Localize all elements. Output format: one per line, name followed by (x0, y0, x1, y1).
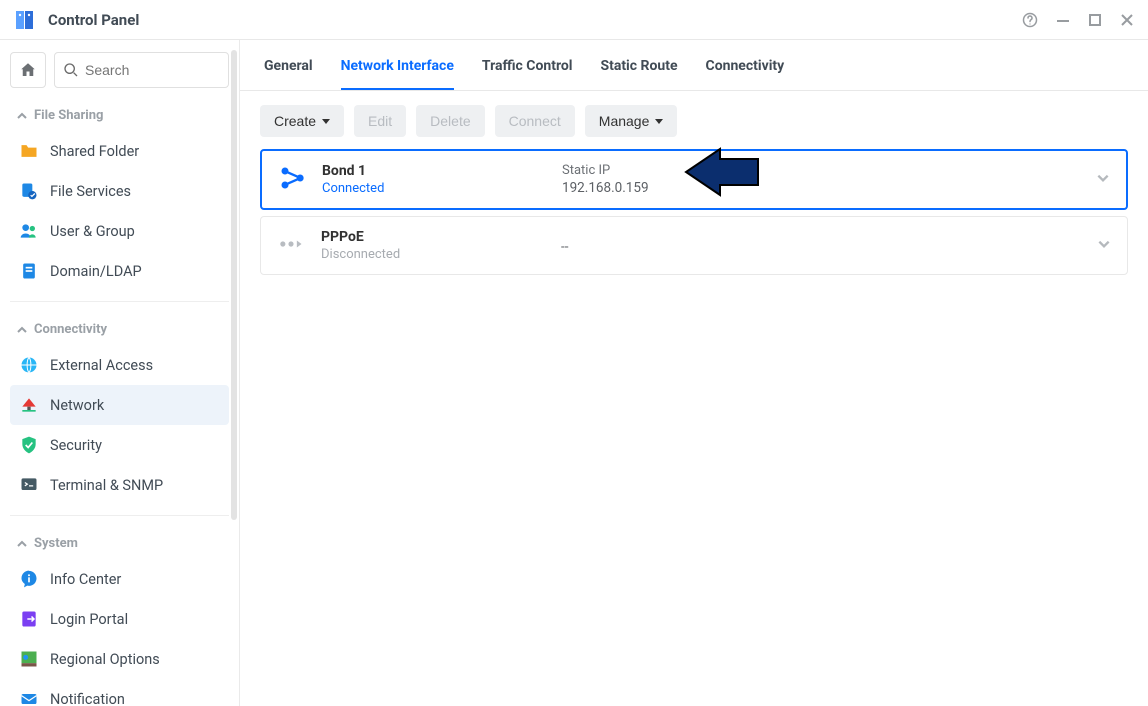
tab-traffic-control[interactable]: Traffic Control (482, 58, 573, 90)
ldap-icon (18, 260, 40, 282)
minimize-icon[interactable] (1056, 13, 1070, 27)
globe-icon (18, 354, 40, 376)
interface-row-bond1[interactable]: Bond 1 Connected Static IP 192.168.0.159 (260, 149, 1128, 210)
interface-ip: -- (561, 239, 1081, 255)
section-connectivity[interactable]: Connectivity (10, 312, 229, 345)
search-input-wrap[interactable] (54, 52, 229, 88)
section-file-sharing[interactable]: File Sharing (10, 98, 229, 131)
chevron-up-icon (16, 324, 28, 336)
section-system[interactable]: System (10, 526, 229, 559)
create-button[interactable]: Create (260, 105, 344, 137)
window-controls (1022, 12, 1134, 28)
chevron-up-icon (16, 110, 28, 122)
login-icon (18, 608, 40, 630)
sidebar: File Sharing Shared Folder File Services… (0, 40, 240, 706)
close-icon[interactable] (1120, 13, 1134, 27)
chevron-down-icon[interactable] (1097, 237, 1111, 255)
regional-icon (18, 648, 40, 670)
sidebar-item-domain-ldap[interactable]: Domain/LDAP (10, 251, 229, 291)
sidebar-item-label: User & Group (50, 223, 135, 240)
interface-status: Connected (322, 181, 562, 196)
sidebar-item-login-portal[interactable]: Login Portal (10, 599, 229, 639)
caret-down-icon (322, 119, 330, 124)
sidebar-item-notification[interactable]: Notification (10, 679, 229, 706)
sidebar-item-label: Shared Folder (50, 143, 139, 160)
window-title: Control Panel (48, 11, 139, 29)
tab-network-interface[interactable]: Network Interface (341, 58, 454, 90)
section-label: System (34, 536, 78, 551)
sidebar-item-terminal-snmp[interactable]: Terminal & SNMP (10, 465, 229, 505)
terminal-icon (18, 474, 40, 496)
pppoe-icon (277, 230, 321, 262)
sidebar-item-label: Login Portal (50, 611, 128, 628)
bond-icon (278, 164, 322, 196)
titlebar: Control Panel (0, 0, 1148, 40)
search-input[interactable] (85, 62, 220, 78)
info-icon (18, 568, 40, 590)
folder-icon (18, 140, 40, 162)
sidebar-item-label: Info Center (50, 571, 121, 588)
sidebar-item-file-services[interactable]: File Services (10, 171, 229, 211)
tabs: General Network Interface Traffic Contro… (240, 40, 1148, 91)
users-icon (18, 220, 40, 242)
interface-status: Disconnected (321, 247, 561, 262)
tab-general[interactable]: General (264, 58, 313, 90)
network-icon (18, 394, 40, 416)
sidebar-item-label: External Access (50, 357, 153, 374)
sidebar-item-label: Terminal & SNMP (50, 477, 163, 494)
interface-list: Bond 1 Connected Static IP 192.168.0.159… (240, 149, 1148, 281)
section-label: Connectivity (34, 322, 107, 337)
help-icon[interactable] (1022, 12, 1038, 28)
shield-icon (18, 434, 40, 456)
sidebar-item-info-center[interactable]: Info Center (10, 559, 229, 599)
manage-label: Manage (599, 113, 650, 129)
sidebar-item-regional-options[interactable]: Regional Options (10, 639, 229, 679)
connect-button[interactable]: Connect (495, 105, 575, 137)
sidebar-item-label: Security (50, 437, 102, 454)
sidebar-item-label: Network (50, 397, 104, 414)
sidebar-item-external-access[interactable]: External Access (10, 345, 229, 385)
interface-name: Bond 1 (322, 163, 562, 179)
tab-static-route[interactable]: Static Route (600, 58, 677, 90)
interface-name: PPPoE (321, 229, 561, 245)
sidebar-item-user-group[interactable]: User & Group (10, 211, 229, 251)
sidebar-item-label: File Services (50, 183, 131, 200)
sidebar-item-label: Regional Options (50, 651, 160, 668)
app-icon (14, 9, 36, 31)
sidebar-item-label: Domain/LDAP (50, 263, 142, 280)
main-panel: General Network Interface Traffic Contro… (240, 40, 1148, 706)
section-label: File Sharing (34, 108, 103, 123)
create-label: Create (274, 113, 316, 129)
file-services-icon (18, 180, 40, 202)
interface-ip-type: Static IP (562, 163, 1080, 178)
sidebar-item-security[interactable]: Security (10, 425, 229, 465)
interface-ip: 192.168.0.159 (562, 180, 1080, 196)
home-button[interactable] (10, 52, 46, 88)
manage-button[interactable]: Manage (585, 105, 678, 137)
sidebar-item-network[interactable]: Network (10, 385, 229, 425)
search-icon (63, 62, 79, 78)
interface-row-pppoe[interactable]: PPPoE Disconnected -- (260, 216, 1128, 275)
chevron-up-icon (16, 538, 28, 550)
edit-button[interactable]: Edit (354, 105, 406, 137)
sidebar-item-label: Notification (50, 691, 125, 706)
sidebar-item-shared-folder[interactable]: Shared Folder (10, 131, 229, 171)
tab-connectivity[interactable]: Connectivity (706, 58, 785, 90)
toolbar: Create Edit Delete Connect Manage (240, 91, 1148, 149)
scrollbar[interactable] (231, 50, 237, 520)
chevron-down-icon[interactable] (1096, 171, 1110, 189)
divider (10, 515, 229, 516)
maximize-icon[interactable] (1088, 13, 1102, 27)
delete-button[interactable]: Delete (416, 105, 484, 137)
caret-down-icon (655, 119, 663, 124)
divider (10, 301, 229, 302)
notification-icon (18, 688, 40, 706)
